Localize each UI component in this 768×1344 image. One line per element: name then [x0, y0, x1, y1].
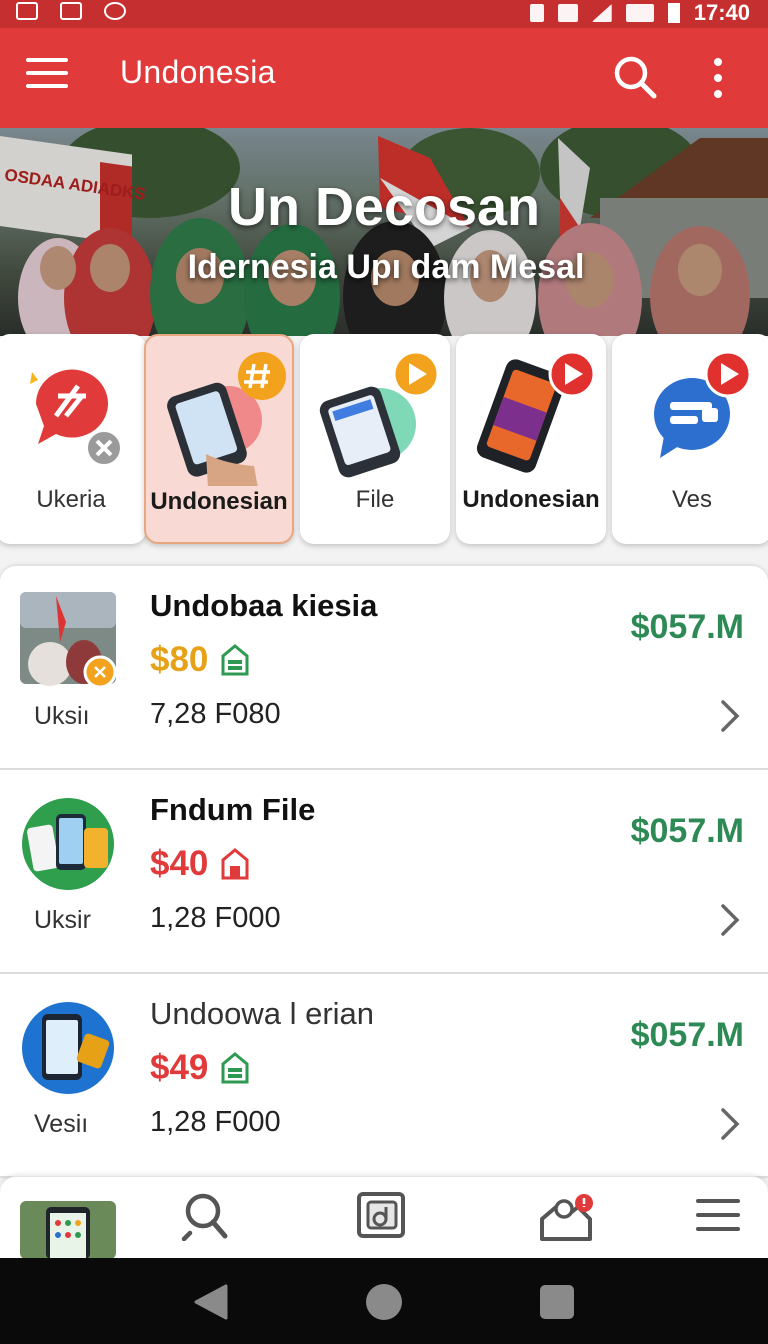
- home-thumb[interactable]: [20, 1201, 116, 1259]
- item-value: $057.M: [630, 1016, 744, 1054]
- item-meta: 7,28 F080: [150, 698, 281, 730]
- item-title: Undoowa l erian: [150, 996, 375, 1031]
- category-label: Undonesian: [150, 488, 288, 515]
- item-caption: Uksiı: [34, 702, 90, 730]
- item-price: $80: [150, 640, 209, 679]
- notification-icon: [16, 2, 38, 20]
- chevron-right-icon[interactable]: [718, 1106, 742, 1142]
- signal-icon: [591, 4, 612, 22]
- hero-banner[interactable]: OSDAA ADIADKS Un Decosan: [0, 128, 768, 336]
- close-badge-icon: [84, 428, 124, 468]
- play-badge-icon: [392, 350, 440, 398]
- category-card-ukeria[interactable]: Ukeria: [0, 334, 146, 544]
- item-meta: 1,28 F000: [150, 1106, 281, 1138]
- category-card-file[interactable]: File: [300, 334, 450, 544]
- category-label: File: [355, 486, 395, 513]
- item-price: $40: [150, 844, 209, 883]
- hashtag-badge-icon: [238, 352, 286, 400]
- home-icon[interactable]: [366, 1284, 402, 1320]
- list-item[interactable]: Uksiı Undobaa kiesia $80 7,28 F080 $057.…: [0, 566, 768, 770]
- item-value: $057.M: [630, 608, 744, 646]
- list-item[interactable]: Uksir Fndum File $40 1,28 F000 $057.M: [0, 770, 768, 974]
- category-label: Ukeria: [36, 486, 106, 513]
- category-card-undonesian-video[interactable]: Undonesian: [456, 334, 606, 544]
- category-carousel: Ukeria Undonesian File Undonesian Ves: [0, 334, 768, 546]
- clipboard-icon: [60, 2, 82, 20]
- menu-icon[interactable]: [696, 1199, 740, 1231]
- bluetooth-icon: [529, 4, 544, 22]
- store-icon: [221, 1052, 249, 1084]
- item-caption: Uksir: [34, 906, 91, 934]
- profile-icon[interactable]: [538, 1193, 598, 1243]
- system-navigation-bar: [0, 1258, 768, 1344]
- play-badge-icon: [548, 350, 596, 398]
- search-icon[interactable]: [612, 54, 658, 100]
- category-card-undonesian[interactable]: Undonesian: [144, 334, 294, 544]
- category-label: Ves: [671, 486, 713, 513]
- chevron-right-icon[interactable]: [718, 698, 742, 734]
- item-meta: 1,28 F000: [150, 902, 281, 934]
- phones-thumb: [22, 798, 114, 890]
- store-icon: [221, 644, 249, 676]
- hero-title: Un Decosan: [227, 177, 541, 237]
- wifi-icon: [557, 4, 578, 22]
- product-list: Uksiı Undobaa kiesia $80 7,28 F080 $057.…: [0, 566, 768, 1178]
- app-bar: Undonesia: [0, 28, 768, 128]
- phone-blue-thumb: [22, 1002, 114, 1094]
- category-card-ves[interactable]: Ves: [612, 334, 768, 544]
- item-title: Fndum File: [150, 792, 316, 827]
- data-icon: [625, 4, 654, 22]
- recent-apps-icon[interactable]: [540, 1285, 574, 1319]
- link-icon: [104, 2, 126, 20]
- photo-thumb: [20, 592, 116, 688]
- gallery-icon[interactable]: [356, 1191, 408, 1241]
- play-badge-icon: [704, 350, 752, 398]
- list-item[interactable]: Vesiı Undoowa l erian $49 1,28 F000 $057…: [0, 974, 768, 1178]
- hero-subtitle: Idernesia Upı dam Mesal: [187, 248, 585, 286]
- hamburger-menu-icon[interactable]: [26, 58, 68, 92]
- search-icon[interactable]: [180, 1191, 230, 1241]
- chevron-right-icon[interactable]: [718, 902, 742, 938]
- category-label: Undonesian: [462, 486, 600, 513]
- store-icon: [221, 848, 249, 880]
- more-options-icon[interactable]: [712, 58, 724, 98]
- app-title: Undonesia: [120, 54, 276, 90]
- back-icon[interactable]: [194, 1284, 228, 1320]
- item-price: $49: [150, 1048, 209, 1087]
- status-bar: 17:40: [0, 0, 768, 28]
- battery-icon: [667, 3, 680, 23]
- item-title: Undobaa kiesia: [150, 588, 378, 623]
- item-caption: Vesiı: [34, 1110, 89, 1138]
- bottom-navigation: [0, 1176, 768, 1259]
- item-value: $057.M: [630, 812, 744, 850]
- status-time: 17:40: [693, 0, 750, 25]
